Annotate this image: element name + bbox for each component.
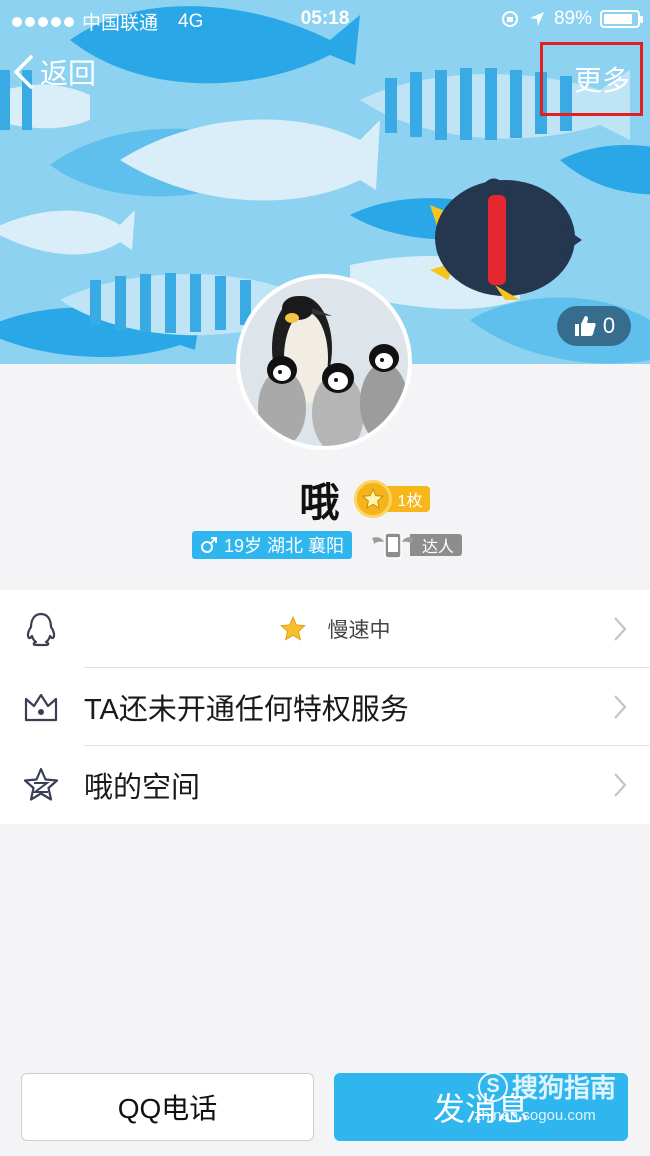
- winged-phone-icon: [372, 532, 414, 559]
- watermark-url: zhinan.sogou.com: [474, 1107, 596, 1124]
- qq-level-row[interactable]: 慢速中: [0, 590, 650, 668]
- like-count: 0: [602, 313, 616, 338]
- back-label: 返回: [40, 58, 97, 89]
- profile-info-tag: 19岁 湖北 襄阳: [191, 531, 352, 559]
- back-button[interactable]: 返回: [12, 52, 96, 92]
- qzone-text: 哦的空间: [84, 772, 201, 804]
- qq-status-text: 慢速中: [327, 619, 391, 642]
- battery-icon: [600, 10, 643, 28]
- chevron-right-icon: [614, 773, 627, 797]
- qq-level-status: 慢速中: [0, 614, 650, 644]
- more-button[interactable]: 更多: [540, 42, 643, 116]
- battery-percent: 89%: [553, 8, 592, 29]
- chevron-left-icon: [14, 55, 33, 89]
- rotation-lock-icon: [501, 11, 518, 27]
- profile-menu-list: 慢速中 TA还未开通任何特权服务 哦的空间: [0, 590, 650, 824]
- qzone-row[interactable]: 哦的空间: [0, 746, 650, 824]
- thumbs-up-icon: [574, 316, 596, 336]
- like-button[interactable]: 0: [557, 306, 631, 346]
- chevron-right-icon: [614, 695, 627, 719]
- privilege-text: TA还未开通任何特权服务: [84, 694, 409, 726]
- watermark-brand: 搜狗指南: [512, 1073, 617, 1103]
- qzone-star-icon: [22, 766, 60, 804]
- sogou-watermark: S 搜狗指南 zhinan.sogou.com: [474, 1068, 638, 1130]
- more-label: 更多: [573, 65, 630, 96]
- penguin-photo: [240, 278, 408, 446]
- qq-call-button[interactable]: QQ电话: [21, 1073, 314, 1141]
- star-icon: [279, 616, 306, 641]
- name-row: 哦 1枚: [0, 470, 650, 528]
- tags-row: 19岁 湖北 襄阳 达人: [0, 530, 650, 560]
- status-bar: 中国联通 4G 05:18 89%: [0, 0, 650, 38]
- talent-label: 达人: [410, 534, 463, 556]
- profile-name: 哦: [299, 481, 340, 525]
- star-medal-icon: [353, 480, 392, 518]
- location-arrow-icon: [529, 12, 544, 26]
- male-gender-icon: [200, 537, 217, 553]
- qq-call-label: QQ电话: [117, 1093, 218, 1124]
- profile-info-text: 19岁 湖北 襄阳: [223, 536, 344, 556]
- privilege-row[interactable]: TA还未开通任何特权服务: [0, 668, 650, 746]
- chevron-right-icon: [614, 617, 627, 641]
- medal-badge[interactable]: 1枚: [353, 480, 431, 518]
- talent-badge[interactable]: 达人: [370, 530, 463, 560]
- crown-icon: [22, 688, 60, 726]
- avatar[interactable]: [236, 274, 412, 450]
- sogou-logo-icon: S: [478, 1071, 508, 1102]
